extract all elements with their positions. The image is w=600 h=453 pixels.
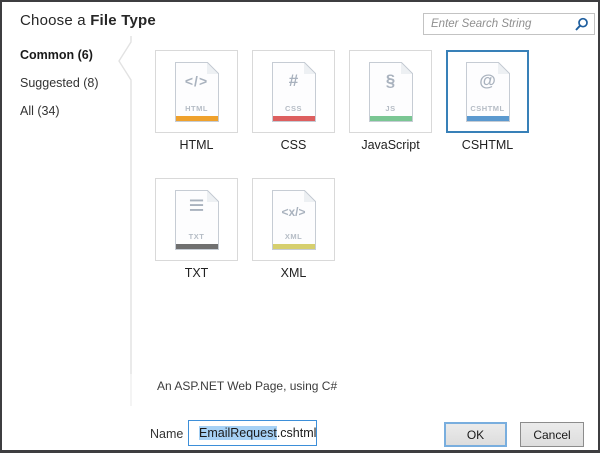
name-input-selected-text: EmailRequest [199,426,277,440]
file-type-cell: </> HTML HTML [155,50,238,152]
file-icon-glyph: @ [467,72,509,90]
file-type-tile[interactable]: <x/> XML [252,178,335,261]
file-icon-accent-bar [176,244,218,249]
file-icon: @ CSHTML [466,62,510,122]
file-type-cell: <x/> XML XML [252,178,335,280]
name-input-extension-text: .cshtml [277,426,317,440]
file-type-tile[interactable]: </> HTML [155,50,238,133]
file-type-label: TXT [155,266,238,280]
file-type-tile[interactable]: # CSS [252,50,335,133]
file-icon: ≡ TXT [175,190,219,250]
ok-button[interactable]: OK [444,422,507,447]
search-placeholder: Enter Search String [431,18,574,30]
search-input[interactable]: Enter Search String [423,13,595,35]
file-icon-glyph: ≡ [176,193,218,217]
file-type-cell: # CSS CSS [252,50,335,152]
file-type-cell: § JS JavaScript [349,50,432,152]
file-type-tile[interactable]: ≡ TXT [155,178,238,261]
file-icon-accent-bar [176,116,218,121]
name-input[interactable]: EmailRequest.cshtml [188,420,317,446]
file-icon-glyph: </> [176,72,218,90]
file-icon-extension-label: TXT [176,232,218,241]
sidebar-item-all[interactable]: All (34) [20,104,60,118]
file-icon: <x/> XML [272,190,316,250]
file-type-description: An ASP.NET Web Page, using C# [157,379,337,393]
file-type-cell: @ CSHTML CSHTML [446,50,529,152]
file-icon-accent-bar [273,244,315,249]
sidebar-separator-notch [114,34,138,412]
file-icon-extension-label: JS [370,104,412,113]
file-type-tile[interactable]: @ CSHTML [446,50,529,133]
name-field-label: Name [150,427,183,441]
file-icon-glyph: § [370,72,412,90]
cancel-button[interactable]: Cancel [520,422,584,447]
page-title-bold: File Type [90,12,156,29]
file-icon-extension-label: XML [273,232,315,241]
choose-file-type-dialog: Choose a File Type Enter Search String C… [0,0,600,453]
file-icon-extension-label: CSHTML [467,104,509,113]
sidebar-item-suggested[interactable]: Suggested (8) [20,76,99,90]
file-type-label: HTML [155,138,238,152]
file-icon-accent-bar [467,116,509,121]
file-icon-extension-label: HTML [176,104,218,113]
file-type-label: JavaScript [349,138,432,152]
file-type-cell: ≡ TXT TXT [155,178,238,280]
sidebar-item-common[interactable]: Common (6) [20,48,93,62]
file-icon: # CSS [272,62,316,122]
file-icon: § JS [369,62,413,122]
file-icon-glyph: # [273,72,315,90]
file-icon-accent-bar [273,116,315,121]
file-type-label: CSS [252,138,335,152]
search-icon[interactable] [574,17,589,32]
file-type-label: CSHTML [446,138,529,152]
file-icon-accent-bar [370,116,412,121]
file-icon: </> HTML [175,62,219,122]
page-title-regular: Choose a [20,12,90,29]
file-type-label: XML [252,266,335,280]
page-title: Choose a File Type [20,12,156,29]
page-fold-icon [304,190,316,202]
file-icon-glyph: <x/> [273,203,315,221]
file-icon-extension-label: CSS [273,104,315,113]
file-type-tile[interactable]: § JS [349,50,432,133]
